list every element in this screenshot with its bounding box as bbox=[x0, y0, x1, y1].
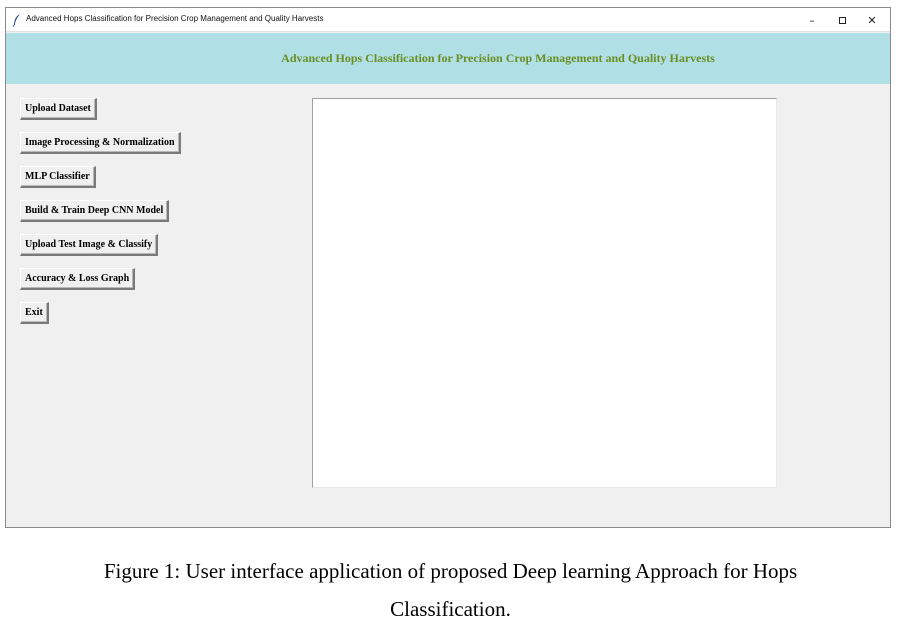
maximize-icon bbox=[838, 16, 846, 24]
app-window: Advanced Hops Classification for Precisi… bbox=[5, 7, 891, 528]
upload-test-image-button[interactable]: Upload Test Image & Classify bbox=[20, 234, 159, 256]
output-text-area[interactable] bbox=[312, 98, 777, 488]
minimize-icon: – bbox=[809, 13, 815, 27]
accuracy-loss-graph-button[interactable]: Accuracy & Loss Graph bbox=[20, 268, 136, 290]
close-icon: ✕ bbox=[867, 13, 877, 27]
build-train-cnn-button[interactable]: Build & Train Deep CNN Model bbox=[20, 200, 170, 222]
page-title: Advanced Hops Classification for Precisi… bbox=[281, 51, 715, 65]
window-title: Advanced Hops Classification for Precisi… bbox=[26, 14, 324, 23]
figure-caption-line2: Classification. bbox=[390, 597, 511, 621]
close-button[interactable]: ✕ bbox=[857, 8, 887, 32]
maximize-button[interactable] bbox=[827, 8, 857, 32]
title-bar[interactable]: Advanced Hops Classification for Precisi… bbox=[6, 8, 890, 32]
exit-button[interactable]: Exit bbox=[20, 302, 49, 324]
header-banner: Advanced Hops Classification for Precisi… bbox=[6, 33, 890, 84]
minimize-button[interactable]: – bbox=[797, 8, 827, 32]
mlp-classifier-button[interactable]: MLP Classifier bbox=[20, 166, 96, 188]
feather-icon bbox=[12, 14, 20, 27]
upload-dataset-button[interactable]: Upload Dataset bbox=[20, 98, 97, 120]
image-processing-button[interactable]: Image Processing & Normalization bbox=[20, 132, 181, 154]
figure-caption-line1: Figure 1: User interface application of … bbox=[103, 559, 798, 583]
